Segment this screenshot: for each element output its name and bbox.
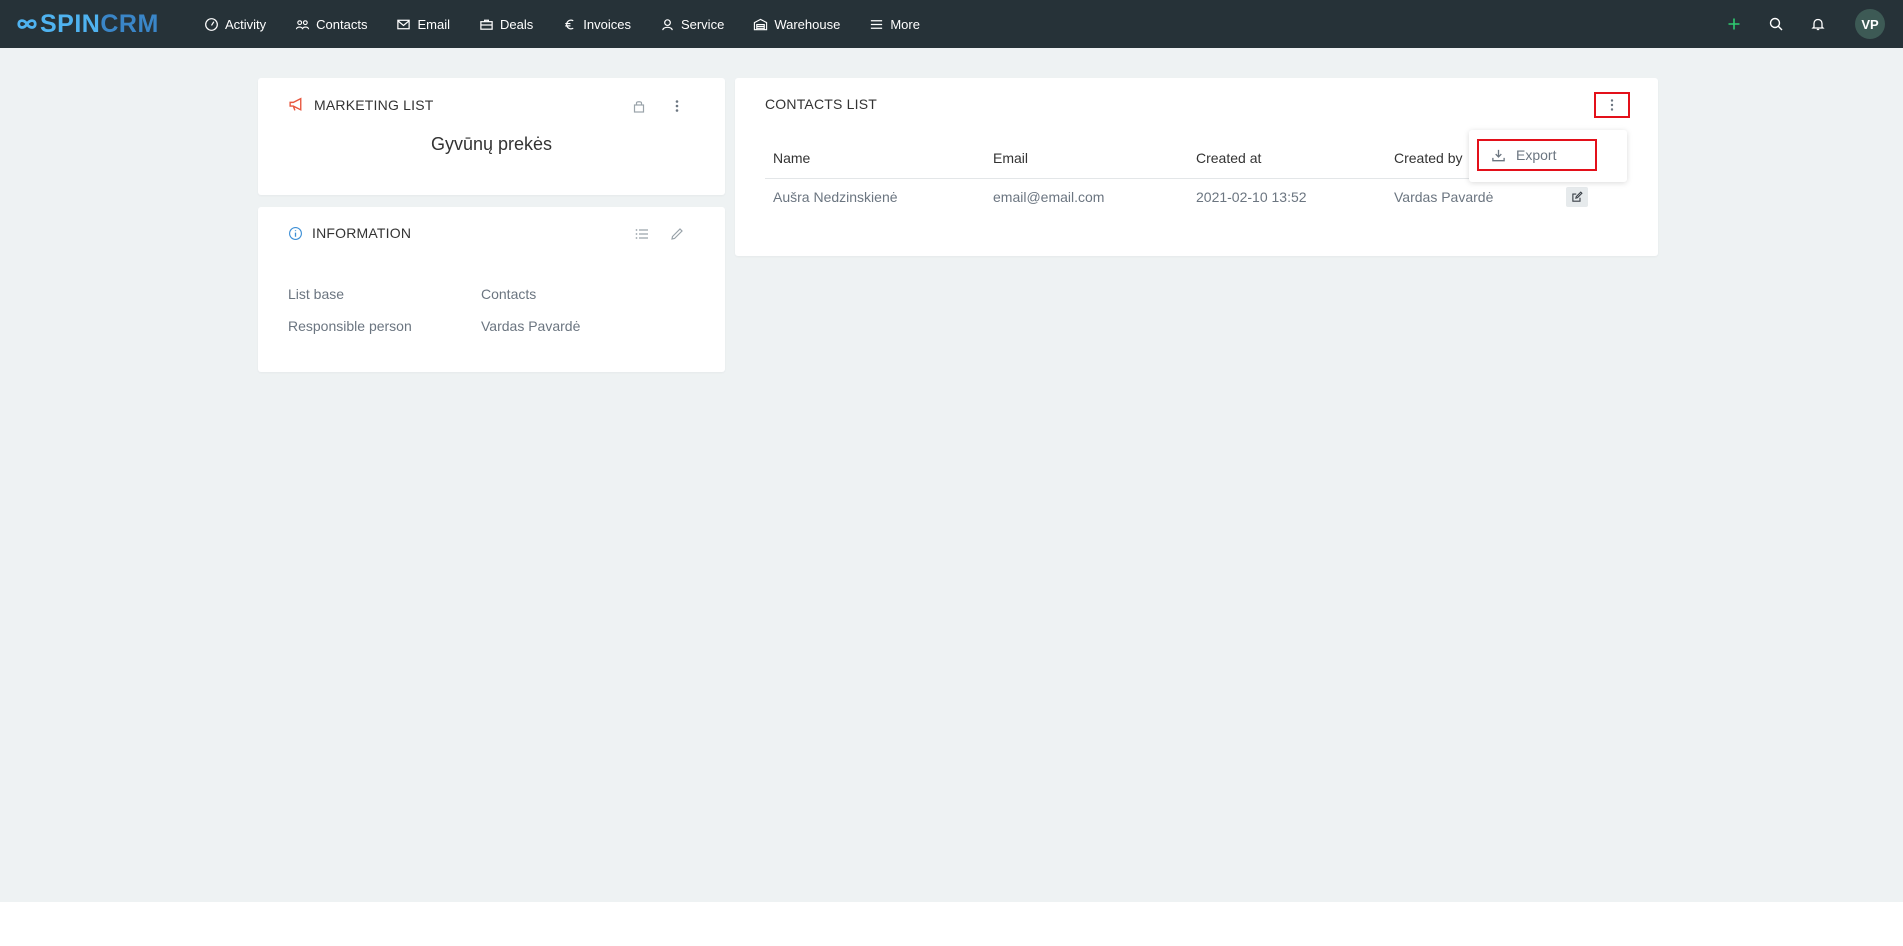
- plus-icon: [1728, 18, 1740, 30]
- pencil-icon: [671, 228, 683, 240]
- marketing-list-name: Gyvūnų prekės: [430, 134, 553, 154]
- envelope-icon: [397, 19, 411, 29]
- edit-information-button[interactable]: [667, 224, 687, 244]
- warehouse-icon: [754, 18, 768, 30]
- nav-item-deals[interactable]: Deals: [479, 0, 533, 48]
- nav-item-email[interactable]: Email: [396, 0, 450, 48]
- information-card: INFORMATION List base Contacts Responsib…: [258, 207, 725, 372]
- bell-icon: [1811, 18, 1825, 31]
- info-label: Responsible person: [288, 318, 412, 334]
- nav-label: More: [890, 16, 920, 32]
- info-row-responsible-person: Responsible person Vardas Pavardė: [288, 318, 580, 334]
- column-header-name[interactable]: Name: [765, 138, 985, 179]
- nav-label: Deals: [500, 16, 534, 32]
- marketing-list-menu-button[interactable]: [667, 96, 687, 116]
- cell-name[interactable]: Aušra Nedzinskienė: [765, 178, 985, 216]
- nav-item-invoices[interactable]: Invoices: [562, 0, 631, 48]
- search-button[interactable]: [1755, 0, 1797, 48]
- marketing-list-title: MARKETING LIST: [314, 96, 434, 113]
- cell-created-by: Vardas Pavardė: [1394, 189, 1494, 206]
- edit-square-icon: [1572, 191, 1583, 202]
- list-view-button[interactable]: [632, 224, 652, 244]
- briefcase-icon: [480, 19, 493, 30]
- add-new-button[interactable]: [1713, 0, 1755, 48]
- top-navigation-bar: SPIN CRM Activity Contacts Email Deals In…: [0, 0, 1903, 48]
- export-label: Export: [1516, 147, 1557, 163]
- contacts-menu-highlight: [1594, 92, 1630, 118]
- nav-item-more[interactable]: More: [869, 0, 920, 48]
- marketing-list-card: MARKETING LIST Gyvūnų prekės: [258, 78, 725, 195]
- nav-label: Warehouse: [774, 16, 841, 32]
- notifications-button[interactable]: [1797, 0, 1839, 48]
- nav-item-activity[interactable]: Activity: [204, 0, 266, 48]
- export-menu-item[interactable]: Export: [1477, 139, 1597, 171]
- contacts-list-title: CONTACTS LIST: [765, 96, 878, 112]
- cell-actions: [1558, 178, 1608, 216]
- cell-email[interactable]: email@email.com: [985, 178, 1188, 216]
- search-icon: [1769, 17, 1783, 31]
- main-nav: Activity Contacts Email Deals Invoices S…: [204, 0, 949, 48]
- contacts-list-header: CONTACTS LIST: [765, 96, 877, 112]
- column-header-created-at[interactable]: Created at: [1188, 138, 1386, 179]
- nav-label: Service: [680, 16, 725, 32]
- activity-gauge-icon: [205, 17, 218, 31]
- marketing-list-header: MARKETING LIST: [288, 96, 433, 113]
- euro-icon: [565, 19, 574, 29]
- edit-row-button[interactable]: [1566, 187, 1588, 208]
- spincrm-logo[interactable]: SPIN CRM: [16, 0, 174, 48]
- top-right-actions: VP: [1713, 0, 1903, 48]
- info-circle-icon: [289, 226, 302, 240]
- logo-text-crm: CRM: [100, 9, 159, 38]
- nav-label: Contacts: [316, 16, 368, 32]
- logo-text-spin: SPIN: [40, 9, 101, 38]
- cell-created-at: 2021-02-10 13:52: [1196, 189, 1307, 206]
- user-service-icon: [662, 18, 673, 30]
- contacts-list-dropdown-menu: Export: [1469, 130, 1627, 182]
- column-header-email[interactable]: Email: [985, 138, 1188, 179]
- lock-button[interactable]: [629, 96, 649, 116]
- download-icon: [1492, 149, 1505, 161]
- nav-label: Email: [417, 16, 450, 32]
- menu-lines-icon: [871, 19, 883, 29]
- contacts-people-icon: [296, 19, 310, 29]
- list-icon: [635, 229, 648, 239]
- table-row[interactable]: Aušra Nedzinskienė email@email.com 2021-…: [765, 178, 1608, 216]
- info-row-list-base: List base Contacts: [288, 286, 536, 302]
- megaphone-icon: [289, 97, 302, 111]
- info-label: List base: [288, 286, 345, 302]
- kebab-menu-icon: [675, 100, 679, 112]
- nav-label: Invoices: [583, 16, 631, 32]
- info-value: Contacts: [481, 286, 537, 302]
- information-header: INFORMATION: [288, 225, 411, 241]
- lock-icon: [633, 101, 645, 113]
- user-avatar[interactable]: VP: [1855, 9, 1885, 39]
- information-title: INFORMATION: [312, 225, 412, 241]
- info-value: Vardas Pavardė: [481, 318, 581, 334]
- nav-item-warehouse[interactable]: Warehouse: [753, 0, 840, 48]
- nav-label: Activity: [225, 16, 267, 32]
- nav-item-service[interactable]: Service: [660, 0, 724, 48]
- nav-item-contacts[interactable]: Contacts: [295, 0, 367, 48]
- spincrm-logo-mark-icon: [17, 19, 37, 29]
